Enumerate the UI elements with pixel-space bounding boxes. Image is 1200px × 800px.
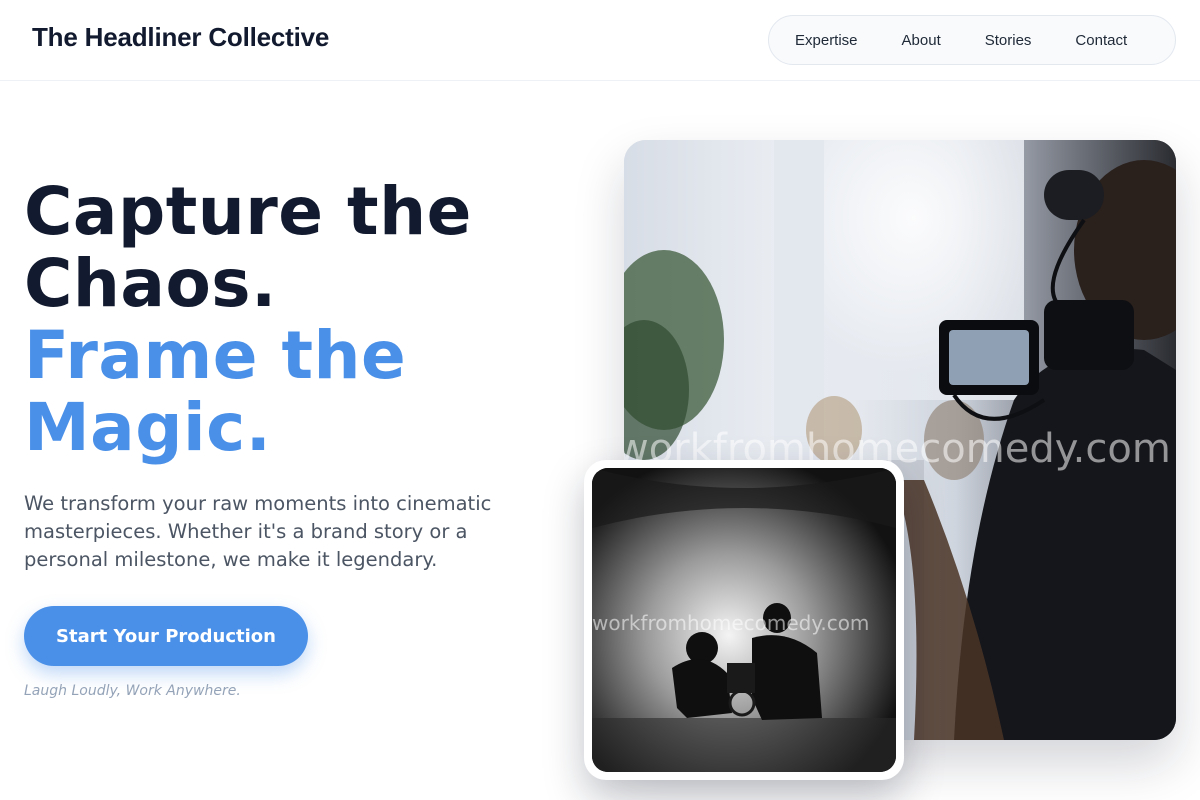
nav-link-about[interactable]: About: [880, 24, 963, 57]
hero-tagline: Laugh Loudly, Work Anywhere.: [24, 683, 241, 699]
start-production-button[interactable]: Start Your Production: [24, 606, 308, 666]
hero-description: We transform your raw moments into cinem…: [24, 492, 492, 571]
nav-link-expertise[interactable]: Expertise: [777, 24, 880, 57]
brand-logo-text[interactable]: The Headliner Collective: [32, 22, 329, 53]
main-nav: Expertise About Stories Contact: [768, 15, 1176, 65]
nav-link-stories[interactable]: Stories: [963, 24, 1054, 57]
headline-line-1: Capture the: [24, 173, 472, 250]
headline-accent-line-2: Magic.: [24, 389, 272, 466]
headline-line-2: Chaos.: [24, 245, 277, 322]
secondary-photo-frame: workfromhomecomedy.com: [584, 460, 904, 780]
secondary-photo-film-crew: workfromhomecomedy.com: [592, 468, 896, 772]
headline-accent-line-1: Frame the: [24, 317, 407, 394]
nav-link-contact[interactable]: Contact: [1053, 24, 1149, 57]
secondary-photo-watermark: workfromhomecomedy.com: [592, 611, 869, 635]
hero-headline: Capture the Chaos. Frame the Magic.: [24, 176, 472, 464]
site-header: The Headliner Collective Expertise About…: [0, 0, 1200, 81]
